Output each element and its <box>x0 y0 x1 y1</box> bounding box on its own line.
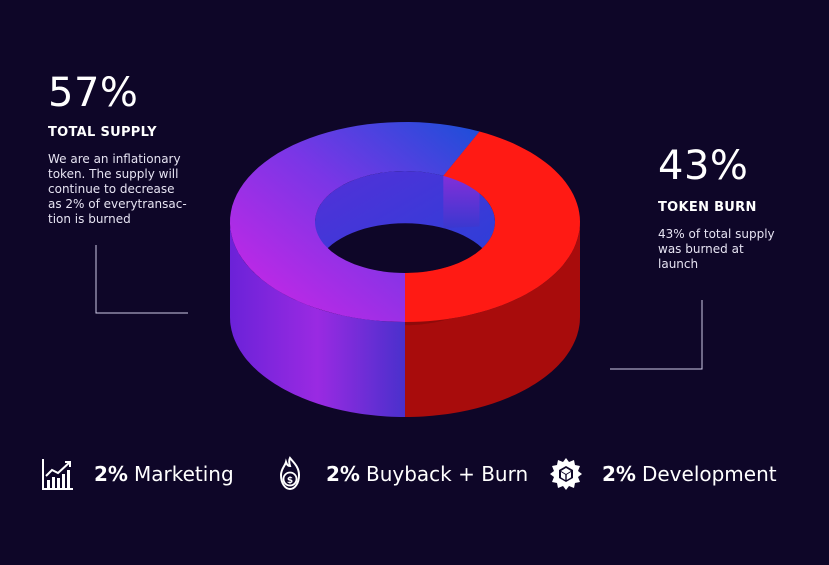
marketing-label: Marketing <box>133 462 234 486</box>
development-label: Development <box>641 462 777 486</box>
buyback-burn-stat: $ 2% Buyback + Burn <box>272 452 528 496</box>
buyback-burn-percent: 2% <box>326 462 360 486</box>
svg-text:$: $ <box>287 476 293 486</box>
left-connector-line <box>95 245 188 314</box>
development-stat: 2% Development <box>548 452 777 496</box>
gear-cube-icon <box>550 458 582 490</box>
buyback-burn-label: Buyback + Burn <box>365 462 529 486</box>
development-percent: 2% <box>602 462 636 486</box>
marketing-stat: 2% Marketing <box>40 452 234 496</box>
marketing-percent: 2% <box>94 462 128 486</box>
donut-slices <box>230 122 580 417</box>
growth-chart-icon <box>42 459 73 490</box>
right-connector-line <box>610 300 703 370</box>
money-fire-icon: $ <box>279 456 301 491</box>
